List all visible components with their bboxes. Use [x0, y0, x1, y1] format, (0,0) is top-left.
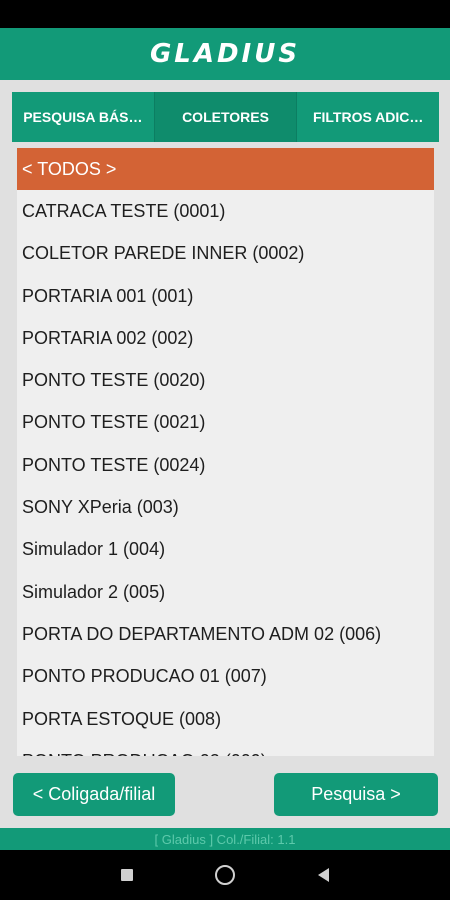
system-nav-bar: [0, 850, 450, 900]
tab-coletores[interactable]: COLETORES: [154, 92, 298, 142]
app-header: Gladius: [0, 28, 450, 80]
list-item[interactable]: PORTARIA 001 (001): [17, 275, 434, 317]
tab-bar: PESQUISA BÁS… COLETORES FILTROS ADIC…: [12, 92, 439, 142]
recents-icon[interactable]: [121, 869, 134, 881]
list-item[interactable]: PORTA ESTOQUE (008): [17, 698, 434, 740]
list-item[interactable]: PONTO PRODUCAO 02 (009): [17, 740, 434, 756]
list-item[interactable]: PONTO TESTE (0021): [17, 402, 434, 444]
list-item[interactable]: Simulador 1 (004): [17, 529, 434, 571]
tab-label: PESQUISA BÁS…: [23, 109, 143, 125]
tab-pesquisa-basica[interactable]: PESQUISA BÁS…: [12, 92, 155, 142]
app-logo: Gladius: [149, 39, 301, 69]
list-item-todos[interactable]: < TODOS >: [17, 148, 434, 191]
list-item[interactable]: PONTO PRODUCAO 01 (007): [17, 656, 434, 698]
tab-label: COLETORES: [182, 109, 269, 125]
list-item[interactable]: COLETOR PAREDE INNER (0002): [17, 233, 434, 275]
tab-filtros-adicionais[interactable]: FILTROS ADIC…: [297, 92, 439, 142]
tab-label: FILTROS ADIC…: [312, 109, 424, 125]
collector-list[interactable]: < TODOS > CATRACA TESTE (0001) COLETOR P…: [17, 148, 434, 756]
list-item[interactable]: CATRACA TESTE (0001): [17, 190, 434, 232]
list-item[interactable]: SONY XPeria (003): [17, 486, 434, 528]
list-item[interactable]: PORTARIA 002 (002): [17, 317, 434, 359]
list-item[interactable]: PONTO TESTE (0024): [17, 444, 434, 486]
pesquisa-button[interactable]: Pesquisa >: [274, 773, 438, 816]
list-item[interactable]: PONTO TESTE (0020): [17, 359, 434, 401]
list-item[interactable]: Simulador 2 (005): [17, 571, 434, 613]
back-icon[interactable]: [317, 868, 329, 882]
coligada-filial-button[interactable]: < Coligada/filial: [13, 773, 175, 816]
status-bar: [0, 0, 450, 28]
footer-status: [ Gladius ] Col./Filial: 1.1: [0, 828, 450, 850]
list-item[interactable]: PORTA DO DEPARTAMENTO ADM 02 (006): [17, 613, 434, 655]
home-icon[interactable]: [215, 865, 236, 885]
